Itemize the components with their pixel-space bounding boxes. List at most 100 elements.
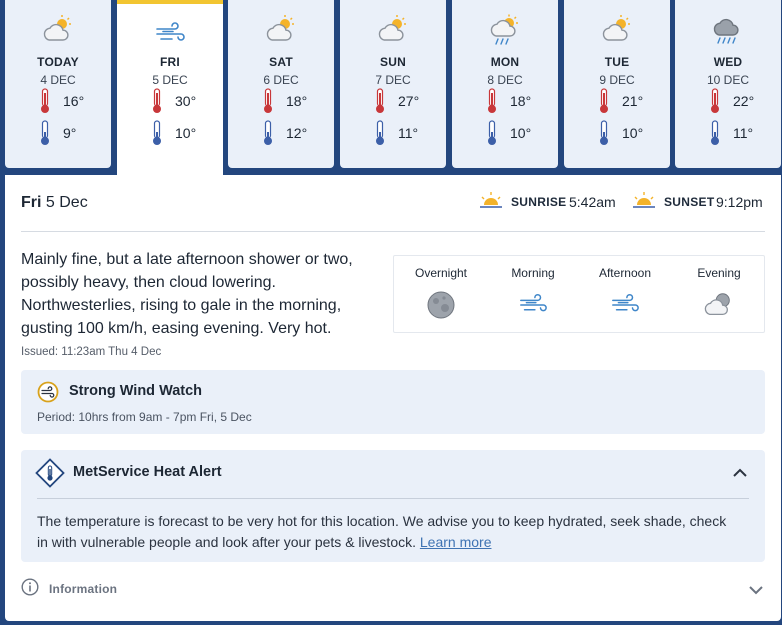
wind-icon [156, 22, 185, 41]
low-temp: 12° [286, 125, 308, 141]
day-date: 8 DEC [487, 73, 523, 87]
day-date: 10 DEC [706, 73, 750, 87]
day-detail-panel: Fri 5 Dec SUNRISE 5:42am SUNSET 9:12pm M… [5, 175, 781, 621]
watch-period: Period: 10hrs from 9am - 7pm Fri, 5 Dec [37, 410, 252, 424]
day-date: 7 DEC [375, 73, 411, 87]
learn-more-link[interactable]: Learn more [420, 534, 492, 550]
period-label: Morning [511, 266, 555, 280]
information-label: Information [49, 582, 118, 596]
sunset-time: 9:12pm [716, 194, 763, 210]
sunrise-icon [480, 192, 502, 208]
chevron-up-icon[interactable] [731, 464, 749, 482]
thermometer-cold-icon [376, 120, 384, 145]
heat-alert: MetService Heat Alert The temperature is… [21, 450, 765, 562]
low-temp: 11° [733, 125, 754, 141]
detail-day: Fri [21, 194, 42, 211]
sunset-icon [633, 192, 655, 208]
thermometer-hot-icon [711, 88, 719, 113]
high-temp: 30° [175, 93, 197, 109]
day-date: 9 DEC [599, 73, 635, 87]
period-label: Evening [697, 266, 741, 280]
thermometer-hot-icon [488, 88, 496, 113]
sun-showers-icon [490, 14, 518, 45]
low-temp: 10° [175, 125, 197, 141]
heat-alert-icon [35, 458, 65, 488]
day-tab-mon[interactable]: MON 8 DEC 18° 10° [452, 0, 558, 168]
day-tab-today[interactable]: TODAY 4 DEC 16° 9° [5, 0, 111, 168]
thermometer-hot-icon [41, 88, 49, 113]
divider [21, 231, 765, 232]
period-label: Overnight [414, 266, 468, 280]
information-toggle[interactable]: Information [21, 578, 765, 600]
day-name: WED [713, 55, 743, 69]
alert-title: MetService Heat Alert [73, 464, 222, 480]
sunset: SUNSET 9:12pm [632, 189, 772, 217]
chevron-down-icon[interactable] [747, 581, 765, 599]
day-date: 6 DEC [263, 73, 299, 87]
day-name: MON [490, 55, 520, 69]
thermometer-hot-icon [153, 88, 161, 113]
low-temp: 10° [622, 125, 644, 141]
watch-title: Strong Wind Watch [69, 383, 203, 399]
day-name: TODAY [37, 55, 79, 69]
low-temp: 11° [398, 125, 419, 141]
wind-warning-icon [37, 381, 59, 403]
sunrise-time: 5:42am [569, 194, 616, 210]
high-temp: 18° [510, 93, 532, 109]
high-temp: 21° [622, 93, 644, 109]
alert-text: The temperature is forecast to be very h… [37, 513, 727, 550]
day-tab-wed[interactable]: WED 10 DEC 22° 11° [675, 0, 781, 168]
day-name: SAT [269, 55, 293, 69]
period-afternoon: Afternoon [580, 266, 670, 320]
day-name: TUE [604, 55, 630, 69]
strong-wind-watch[interactable]: Strong Wind Watch Period: 10hrs from 9am… [21, 370, 765, 434]
high-temp: 16° [63, 93, 85, 109]
issued-time: Issued: 11:23am Thu 4 Dec [21, 346, 162, 358]
partly-cloudy-icon [378, 15, 406, 41]
sunset-label: SUNSET [664, 195, 715, 209]
period-label: Afternoon [598, 266, 652, 280]
moon-icon [427, 291, 455, 319]
partly-cloudy-icon [43, 15, 71, 41]
day-strip: TODAY 4 DEC 16° 9° FRI 5 DEC 30° 10° SAT… [0, 0, 782, 178]
thermometer-cold-icon [600, 120, 608, 145]
period-evening: Evening [674, 266, 764, 320]
high-temp: 27° [398, 93, 420, 109]
alert-divider [37, 498, 749, 499]
detail-heading: Fri 5 Dec [21, 194, 88, 212]
thermometer-cold-icon [488, 120, 496, 145]
forecast-description: Mainly fine, but a late afternoon shower… [21, 251, 353, 337]
day-name: SUN [380, 55, 406, 69]
sunrise-label: SUNRISE [511, 195, 567, 209]
wind-icon [520, 293, 547, 312]
period-summary: Overnight Morning Afternoon Evening [393, 255, 765, 333]
partly-cloudy-icon [602, 15, 630, 41]
period-overnight: Overnight [396, 266, 486, 320]
day-tab-sat[interactable]: SAT 6 DEC 18° 12° [228, 0, 334, 168]
day-date: 4 DEC [40, 73, 76, 87]
thermometer-cold-icon [711, 120, 719, 145]
day-tab-tue[interactable]: TUE 9 DEC 21° 10° [564, 0, 670, 168]
rain-icon [713, 18, 739, 44]
thermometer-cold-icon [153, 120, 161, 145]
high-temp: 18° [286, 93, 308, 109]
alert-body: The temperature is forecast to be very h… [37, 511, 737, 553]
low-temp: 10° [510, 125, 532, 141]
thermometer-cold-icon [264, 120, 272, 145]
thermometer-hot-icon [600, 88, 608, 113]
thermometer-hot-icon [264, 88, 272, 113]
day-name: FRI [160, 55, 180, 69]
partly-cloudy-night-icon [704, 293, 730, 316]
day-tab-sun[interactable]: SUN 7 DEC 27° 11° [340, 0, 446, 168]
wind-icon [612, 293, 639, 312]
info-icon [21, 578, 39, 596]
partly-cloudy-icon [266, 15, 294, 41]
sunrise: SUNRISE 5:42am [479, 189, 619, 217]
low-temp: 9° [63, 125, 77, 141]
period-morning: Morning [488, 266, 578, 320]
thermometer-hot-icon [376, 88, 384, 113]
day-date: 5 DEC [152, 73, 188, 87]
thermometer-cold-icon [41, 120, 49, 145]
high-temp: 22° [733, 93, 755, 109]
day-tab-fri[interactable]: FRI 5 DEC 30° 10° [117, 0, 223, 178]
